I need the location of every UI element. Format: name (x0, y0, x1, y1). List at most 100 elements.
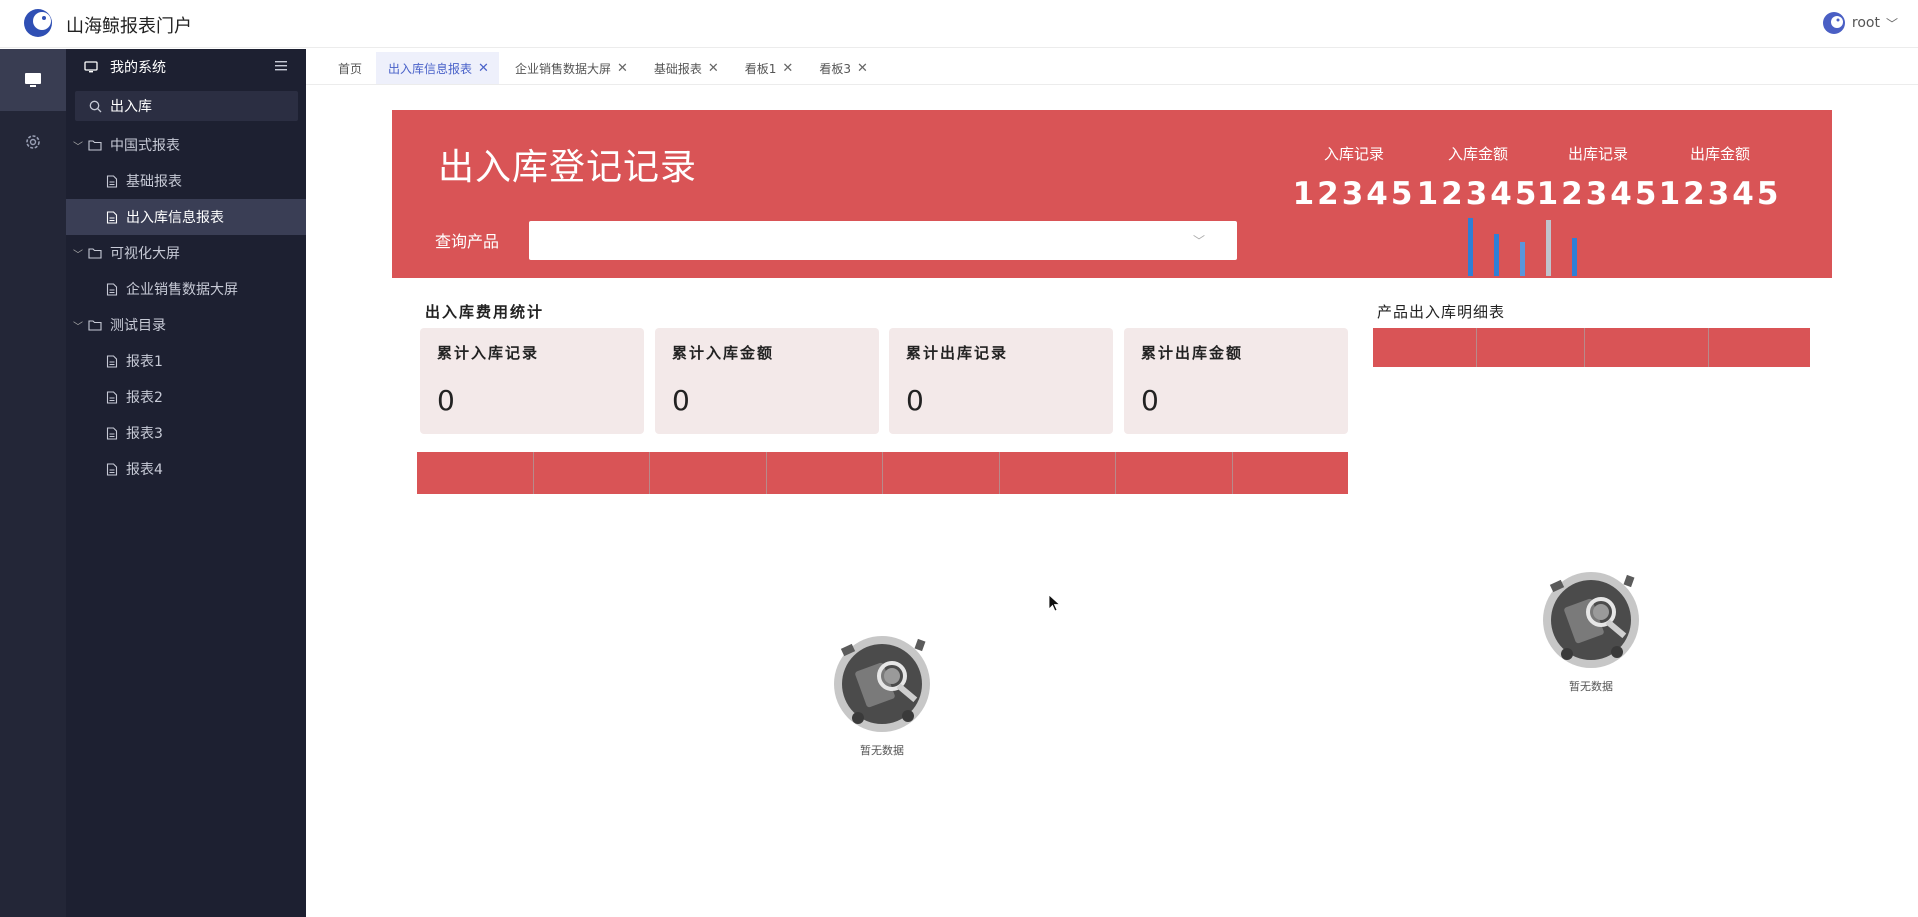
table-header-cell (1233, 452, 1349, 494)
document-icon (106, 426, 118, 440)
query-label: 查询产品 (435, 232, 500, 251)
tab-label: 看板3 (819, 61, 851, 76)
tab-inout-report[interactable]: 出入库信息报表 ✕ (376, 52, 499, 84)
rail-settings[interactable] (0, 111, 66, 173)
gear-icon (26, 135, 40, 149)
table-header-cell (1373, 328, 1477, 367)
report-title: 出入库登记记录 (438, 147, 698, 188)
card-value: 0 (1141, 384, 1159, 417)
tab-board-3[interactable]: 看板3 ✕ (807, 52, 878, 84)
card-value: 0 (672, 384, 690, 417)
close-icon[interactable]: ✕ (857, 61, 868, 76)
product-select[interactable]: ﹀ (529, 221, 1237, 260)
spark-bar (1546, 220, 1551, 276)
avatar-icon (1822, 12, 1845, 34)
cost-table-header (417, 452, 1348, 494)
tree-item-report-3[interactable]: 报表3 (66, 415, 306, 451)
table-header-cell (1116, 452, 1233, 494)
sidebar-header: 我的系统 (66, 49, 306, 85)
empty-state-text: 暂无数据 (860, 744, 904, 757)
chevron-down-icon: ﹀ (73, 321, 83, 333)
empty-state-text: 暂无数据 (1569, 680, 1613, 693)
tab-home[interactable]: 首页 (326, 52, 372, 84)
detail-table-header (1373, 328, 1810, 367)
tree-folder-label: 可视化大屏 (110, 246, 180, 262)
tree-item-label: 报表3 (126, 426, 163, 442)
empty-state-detail: 暂无数据 (1535, 568, 1647, 694)
table-header-cell (1585, 328, 1709, 367)
empty-state-cost: 暂无数据 (826, 632, 938, 758)
document-icon (106, 354, 118, 368)
tree-item-label: 报表2 (126, 390, 163, 406)
mouse-cursor-icon (1048, 594, 1061, 612)
folder-icon (88, 248, 102, 259)
tab-bar: 首页 出入库信息报表 ✕ 企业销售数据大屏 ✕ 基础报表 ✕ 看板1 ✕ 看板3… (306, 49, 1918, 85)
tab-sales-screen[interactable]: 企业销售数据大屏 ✕ (503, 52, 638, 84)
document-icon (106, 282, 118, 296)
tab-label: 企业销售数据大屏 (514, 61, 611, 76)
tree-item-report-1[interactable]: 报表1 (66, 343, 306, 379)
user-menu[interactable]: root ﹀ (1822, 11, 1898, 35)
tree-item-basic-report[interactable]: 基础报表 (66, 163, 306, 199)
cost-section-title: 出入库费用统计 (425, 303, 545, 321)
tab-basic-report[interactable]: 基础报表 ✕ (642, 52, 729, 84)
tree-item-label: 报表4 (126, 462, 163, 478)
empty-box-icon (834, 636, 930, 732)
table-header-cell (1000, 452, 1116, 494)
sidebar-search-input[interactable] (110, 98, 280, 114)
stat-value-in-amount: 12345 (1416, 176, 1540, 212)
close-icon[interactable]: ✕ (617, 61, 628, 76)
table-header-cell (534, 452, 650, 494)
table-header-cell (1477, 328, 1585, 367)
tree-item-label: 企业销售数据大屏 (126, 282, 238, 298)
stat-label-out-amount: 出库金额 (1689, 145, 1750, 163)
stat-value-out-amount: 12345 (1658, 176, 1782, 212)
tree-item-sales-screen[interactable]: 企业销售数据大屏 (66, 271, 306, 307)
logo-icon (24, 9, 52, 37)
tree-folder-label: 测试目录 (110, 318, 166, 334)
cost-cards: 累计入库记录 0 累计入库金额 0 累计出库记录 0 累计出库金额 0 (420, 328, 1348, 434)
card-label: 累计出库金额 (1141, 344, 1244, 362)
tree-item-label: 出入库信息报表 (126, 210, 224, 226)
card-total-out-amount: 累计出库金额 0 (1124, 328, 1348, 434)
empty-box-icon (1543, 572, 1639, 668)
document-icon (106, 210, 118, 224)
spark-bar (1494, 234, 1499, 276)
stat-label-in-count: 入库记录 (1323, 145, 1384, 163)
tree-item-report-4[interactable]: 报表4 (66, 451, 306, 487)
close-icon[interactable]: ✕ (782, 61, 793, 76)
tab-label: 基础报表 (653, 61, 702, 76)
card-total-in-amount: 累计入库金额 0 (655, 328, 879, 434)
table-header-cell (883, 452, 1000, 494)
stat-value-in-count: 12345 (1292, 176, 1416, 212)
tree-item-label: 报表1 (126, 354, 163, 370)
close-icon[interactable]: ✕ (478, 61, 489, 76)
stat-value-out-count: 12345 (1536, 176, 1660, 212)
card-label: 累计出库记录 (906, 344, 1009, 362)
tree-item-inout-report[interactable]: 出入库信息报表 (66, 199, 306, 235)
card-value: 0 (906, 384, 924, 417)
rail-monitor[interactable] (0, 49, 66, 111)
card-total-in-count: 累计入库记录 0 (420, 328, 644, 434)
table-header-cell (767, 452, 883, 494)
document-icon (106, 390, 118, 404)
table-header-cell (417, 452, 534, 494)
tree-folder-test[interactable]: ﹀ 测试目录 (66, 307, 306, 343)
table-header-cell (1709, 328, 1810, 367)
menu-fold-icon[interactable] (274, 59, 288, 73)
spark-bar (1520, 242, 1525, 276)
detail-section-title: 产品出入库明细表 (1377, 303, 1506, 321)
tab-board-1[interactable]: 看板1 ✕ (733, 52, 804, 84)
sidebar-search (75, 91, 298, 121)
close-icon[interactable]: ✕ (708, 61, 719, 76)
card-label: 累计入库记录 (437, 344, 540, 362)
tree-folder-chinese-reports[interactable]: ﹀ 中国式报表 (66, 127, 306, 163)
left-rail (0, 49, 66, 917)
tab-label: 首页 (338, 61, 363, 76)
stat-label-out-count: 出库记录 (1567, 145, 1628, 163)
tree-item-report-2[interactable]: 报表2 (66, 379, 306, 415)
tree-folder-visual-screens[interactable]: ﹀ 可视化大屏 (66, 235, 306, 271)
user-name: root (1851, 15, 1880, 31)
folder-icon (88, 140, 102, 151)
tree-folder-label: 中国式报表 (110, 138, 180, 154)
